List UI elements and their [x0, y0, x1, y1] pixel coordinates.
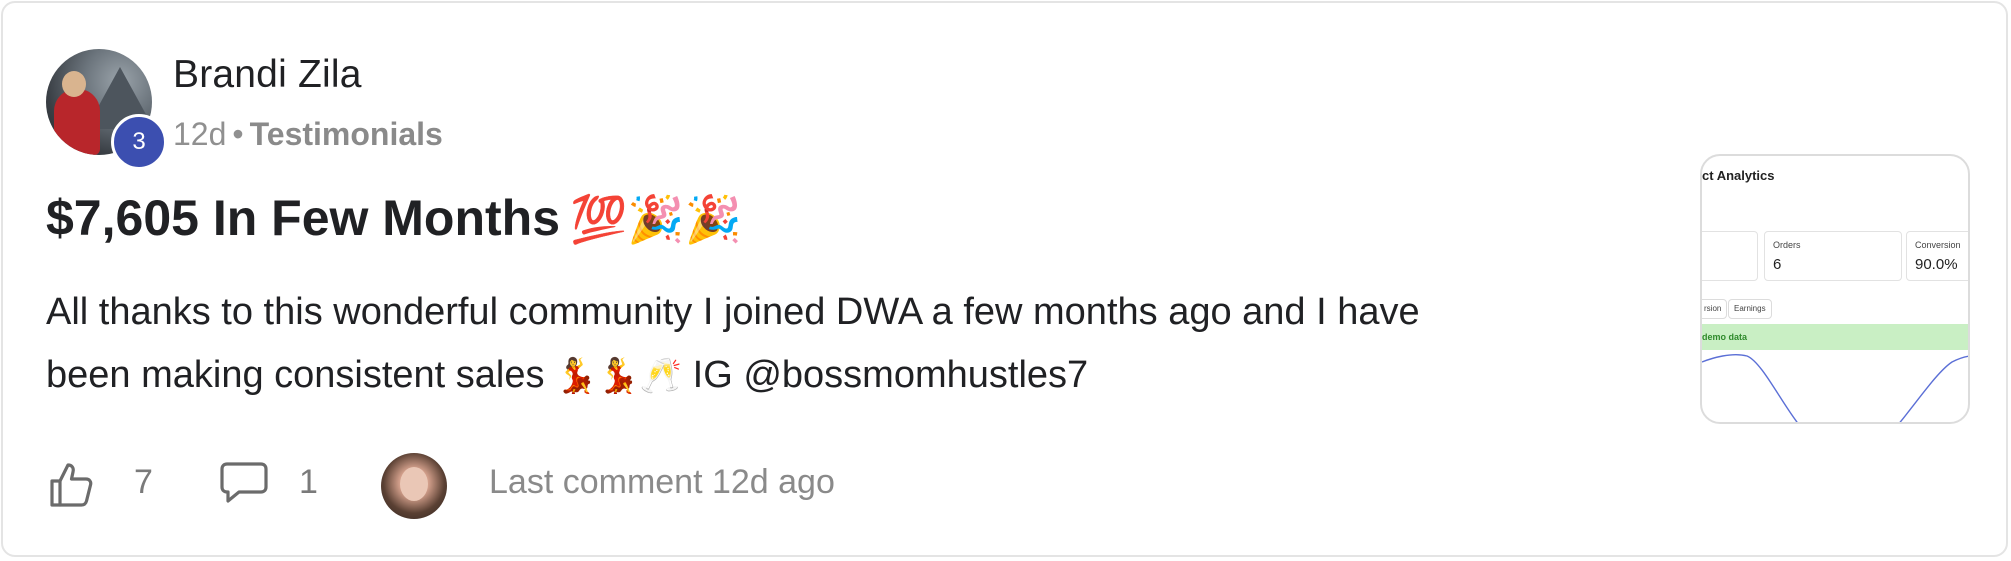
last-commenter-avatar[interactable] — [381, 453, 447, 519]
post-body-line-2-start: been making consistent sales — [46, 354, 545, 396]
post-title-emojis: 💯🎉🎉 — [570, 193, 742, 245]
thumbnail-chip: Earnings — [1728, 299, 1772, 319]
thumbnail-stat-label: Conversion — [1915, 240, 1961, 250]
post-thumbnail[interactable]: ct Analytics Orders 6 Conversion 90.0% r… — [1700, 154, 1970, 424]
thumbnail-stat-value: 90.0% — [1915, 256, 1958, 273]
thumbnail-banner-text: demo data — [1702, 332, 1748, 342]
commenter-face-shape — [400, 467, 428, 501]
post-meta: 12d • Testimonials — [173, 116, 443, 153]
author-name[interactable]: Brandi Zila — [173, 53, 362, 97]
avatar-person-shape — [54, 89, 100, 155]
post-body-emojis: 💃💃🥂 — [555, 357, 683, 395]
author-avatar-wrapper[interactable]: 3 — [46, 49, 167, 170]
post-body: All thanks to this wonderful community I… — [46, 281, 1606, 408]
last-comment-time: Last comment 12d ago — [489, 463, 835, 501]
thumbs-up-icon[interactable] — [46, 459, 96, 509]
post-footer: 7 1 Last comment 12d ago — [46, 453, 946, 519]
comment-bubble-icon[interactable] — [219, 459, 269, 507]
post-body-line-2-end: IG @bossmomhustles7 — [692, 354, 1089, 396]
thumbnail-stat-label: Orders — [1773, 240, 1801, 250]
thumbnail-stat-value: 6 — [1773, 256, 1782, 273]
thumbnail-banner: demo data — [1702, 324, 1968, 350]
thumbnail-stat-box-partial — [1702, 231, 1758, 281]
thumbnail-title: ct Analytics — [1702, 168, 1775, 183]
thumbnail-chip: rsion — [1702, 299, 1728, 319]
comment-count: 1 — [299, 463, 318, 501]
level-badge: 3 — [111, 114, 167, 170]
post-title[interactable]: $7,605 In Few Months 💯🎉🎉 — [46, 189, 742, 247]
thumbnail-stat-box: Conversion 90.0% — [1906, 231, 1968, 281]
post-title-text: $7,605 In Few Months — [46, 190, 561, 246]
thumbnail-line-chart — [1702, 353, 1968, 422]
thumbnail-stat-box: Orders 6 — [1764, 231, 1902, 281]
meta-separator: • — [232, 116, 244, 152]
post-time: 12d — [173, 116, 227, 152]
avatar-head-shape — [62, 71, 86, 97]
post-category[interactable]: Testimonials — [250, 116, 443, 152]
post-body-line-1: All thanks to this wonderful community I… — [46, 291, 1420, 333]
like-count: 7 — [134, 463, 153, 501]
post-body-line-2: been making consistent sales 💃💃🥂 IG @bos… — [46, 344, 1606, 408]
post-card[interactable]: 3 Brandi Zila 12d • Testimonials $7,605 In… — [1, 1, 2008, 557]
